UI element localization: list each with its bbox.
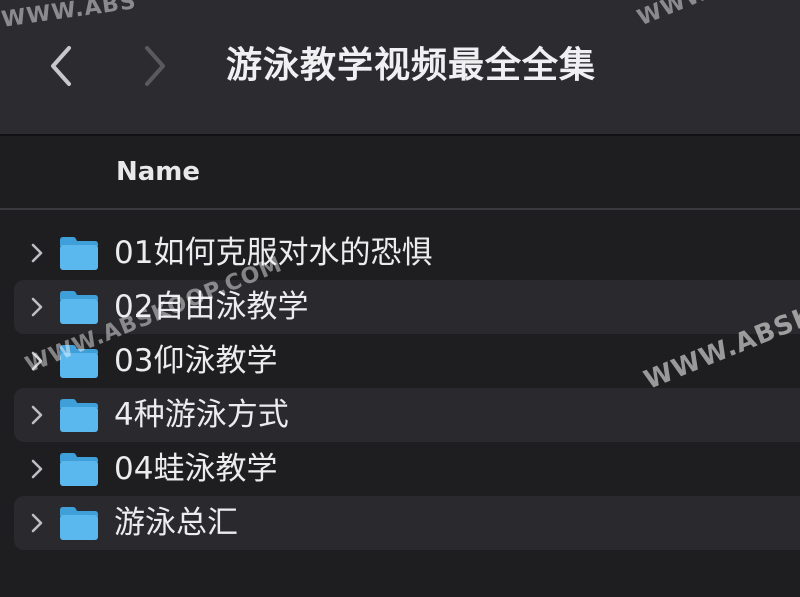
- list-item-label: 03仰泳教学: [114, 343, 278, 379]
- list-item[interactable]: 01如何克服对水的恐惧: [14, 226, 800, 280]
- list-item-label: 4种游泳方式: [114, 397, 289, 433]
- column-header: Name: [0, 136, 800, 208]
- folder-icon: [60, 507, 98, 540]
- header-divider: [0, 208, 800, 210]
- back-button[interactable]: [40, 40, 80, 92]
- chevron-right-icon: [31, 243, 43, 263]
- chevron-right-icon: [31, 405, 43, 425]
- chevron-right-icon: [31, 513, 43, 533]
- folder-icon: [60, 453, 98, 486]
- toolbar: 游泳教学视频最全全集: [0, 0, 800, 134]
- chevron-right-icon: [31, 297, 43, 317]
- disclosure-triangle[interactable]: [28, 457, 46, 481]
- disclosure-triangle[interactable]: [28, 403, 46, 427]
- list-item-label: 04蛙泳教学: [114, 451, 278, 487]
- window-title: 游泳教学视频最全全集: [226, 45, 597, 86]
- chevron-left-icon: [51, 46, 71, 86]
- list-item-label: 游泳总汇: [114, 505, 238, 541]
- list-item[interactable]: 4种游泳方式: [14, 388, 800, 442]
- chevron-right-icon: [31, 459, 43, 479]
- forward-button[interactable]: [136, 40, 176, 92]
- disclosure-triangle[interactable]: [28, 295, 46, 319]
- list-item[interactable]: 游泳总汇: [14, 496, 800, 550]
- chevron-right-icon: [145, 46, 165, 86]
- list-item[interactable]: 04蛙泳教学: [14, 442, 800, 496]
- folder-icon: [60, 237, 98, 270]
- column-header-name[interactable]: Name: [116, 154, 200, 190]
- folder-icon: [60, 399, 98, 432]
- folder-icon: [60, 291, 98, 324]
- disclosure-triangle[interactable]: [28, 241, 46, 265]
- disclosure-triangle[interactable]: [28, 511, 46, 535]
